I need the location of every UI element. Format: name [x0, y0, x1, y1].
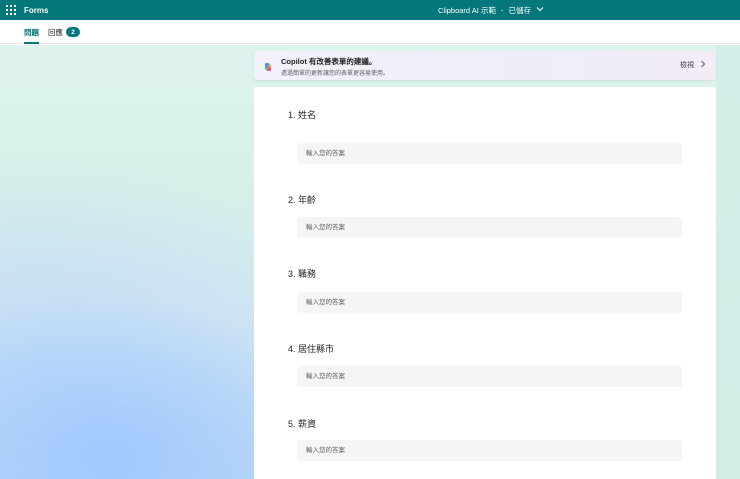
- copilot-suggestion-banner[interactable]: Copilot 有改善表單的建議。 透過簡單的更新讓您的表單更容易使用。 檢視: [254, 51, 716, 80]
- question-2: 2. 年齡: [288, 193, 682, 238]
- question-3: 3. 職務: [288, 267, 682, 313]
- responses-count-badge: 2: [66, 27, 80, 37]
- form-panel: 1. 姓名 2. 年齡 3. 職務 4. 居住縣市 5. 薪資: [254, 87, 716, 479]
- save-status: 已儲存: [508, 5, 531, 15]
- question-title: 1. 姓名: [288, 110, 317, 120]
- chevron-down-icon: [536, 6, 544, 14]
- answer-input[interactable]: [297, 440, 682, 461]
- tab-questions[interactable]: 問題: [24, 20, 39, 44]
- chevron-right-icon: [700, 60, 706, 70]
- tab-label: 問題: [24, 27, 39, 37]
- answer-input[interactable]: [297, 143, 682, 164]
- tab-label: 回應: [48, 27, 63, 37]
- question-title: 3. 職務: [288, 269, 317, 279]
- question-title: 5. 薪資: [288, 419, 317, 429]
- question-4: 4. 居住縣市: [288, 342, 682, 387]
- form-background-right: [716, 45, 740, 479]
- tab-bar: 問題 回應 2: [0, 20, 740, 44]
- app-header: Forms Clipboard AI 示範 - 已儲存: [0, 0, 740, 20]
- app-name[interactable]: Forms: [24, 6, 48, 15]
- tab-responses[interactable]: 回應 2: [48, 20, 80, 44]
- document-title: Clipboard AI 示範: [438, 5, 496, 15]
- copilot-description: 透過簡單的更新讓您的表單更容易使用。: [281, 71, 390, 77]
- app-launcher-icon[interactable]: [1, 0, 21, 20]
- question-title: 4. 居住縣市: [288, 344, 335, 354]
- view-label: 檢視: [680, 62, 694, 69]
- question-5: 5. 薪資: [288, 417, 682, 461]
- answer-input[interactable]: [297, 217, 682, 238]
- answer-input[interactable]: [297, 292, 682, 313]
- copilot-view-button[interactable]: 檢視: [680, 60, 706, 70]
- question-1: 1. 姓名: [288, 108, 682, 164]
- document-title-menu[interactable]: Clipboard AI 示範 - 已儲存: [438, 0, 544, 20]
- title-separator: -: [500, 5, 504, 15]
- copilot-title: Copilot 有改善表單的建議。: [281, 57, 377, 66]
- question-title: 2. 年齡: [288, 195, 317, 205]
- copilot-icon: [263, 61, 273, 72]
- answer-input[interactable]: [297, 366, 682, 387]
